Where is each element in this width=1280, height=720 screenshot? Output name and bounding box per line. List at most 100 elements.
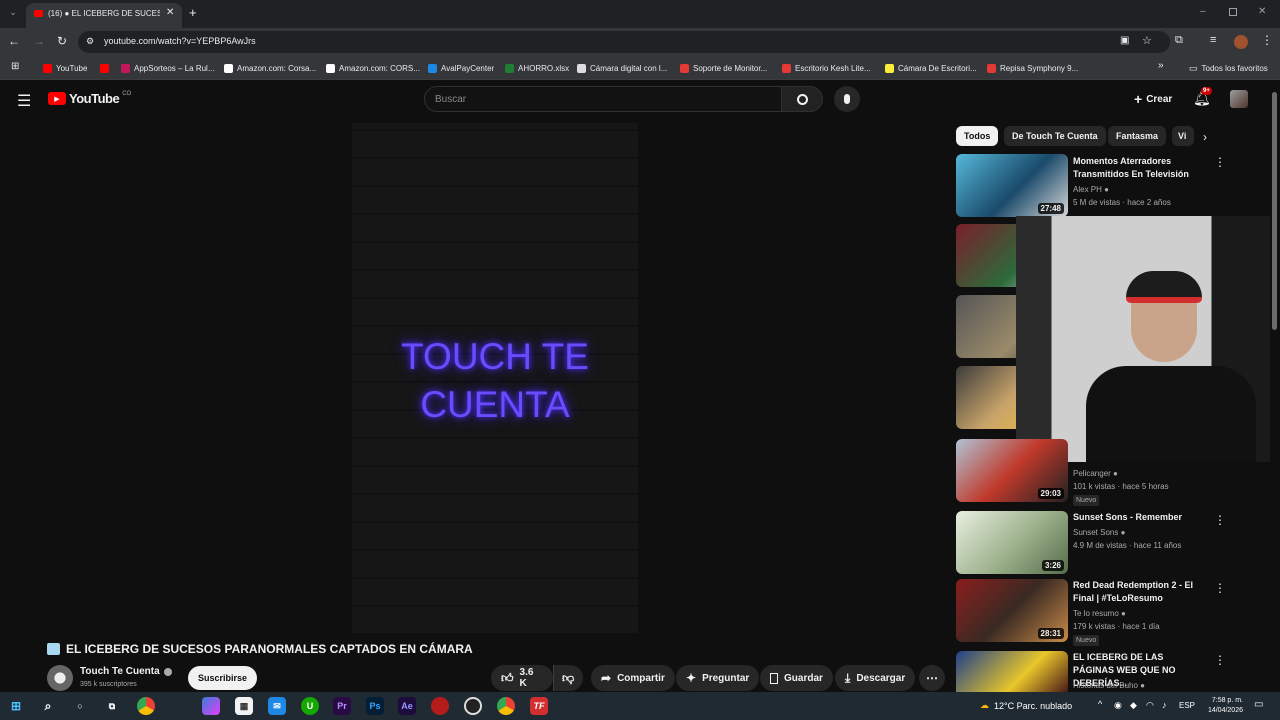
notifications-button[interactable]: 🔔︎ 9+ (1193, 87, 1212, 108)
rec-thumbnail[interactable]: 28:31 (956, 579, 1068, 642)
app-tf-icon[interactable]: TF (530, 697, 548, 715)
dislike-button[interactable]: 👎︎ (553, 665, 583, 691)
bookmark-item[interactable]: YouTube (43, 61, 87, 75)
maximize-window-icon[interactable] (1229, 8, 1237, 16)
bookmark-star-icon[interactable]: ☆ (1142, 34, 1152, 47)
rec-menu-icon[interactable]: ⋮ (1214, 514, 1226, 526)
share-button[interactable]: ➦ Compartir (591, 665, 675, 691)
rec-thumbnail[interactable]: 29:03 (956, 439, 1068, 502)
youtube-page: ☰ ▶ YouTube CO Buscar + Crear 🔔︎ 9+ TOUCH… (0, 80, 1280, 692)
install-app-icon[interactable]: ▣ (1120, 35, 1129, 46)
site-info-icon[interactable]: ⚙ (86, 36, 94, 47)
address-bar[interactable]: ⚙ youtube.com/watch?v=YEPBP6AwJrs ▣ ☆ (78, 31, 1170, 53)
rec-menu-icon[interactable]: ⋮ (1214, 654, 1226, 666)
record-icon[interactable] (431, 697, 449, 715)
tray-app-icon[interactable]: ◆ (1130, 700, 1137, 711)
new-tab-icon[interactable]: + (189, 5, 197, 20)
after-effects-icon[interactable]: Ae (398, 697, 416, 715)
channel-avatar[interactable] (47, 665, 73, 691)
tray-app-icon[interactable]: ◉ (1114, 700, 1122, 711)
chips-next-icon[interactable]: › (1203, 130, 1207, 144)
bookmark-item[interactable]: AppSorteos – La Rul... (121, 61, 215, 75)
bookmark-item[interactable]: AvalPayCenter (428, 61, 494, 75)
video-player[interactable]: TOUCH TE CUENTA (0, 123, 944, 633)
cortana-icon[interactable]: ○ (71, 697, 89, 715)
upwork-icon[interactable]: U (301, 697, 319, 715)
chip-channel[interactable]: De Touch Te Cuenta (1004, 126, 1106, 146)
rec-thumbnail[interactable]: 3:26 (956, 511, 1068, 574)
back-icon[interactable]: ← (8, 34, 20, 48)
chip-ghost[interactable]: Fantasma (1108, 126, 1167, 146)
user-avatar[interactable] (1230, 90, 1248, 108)
channel-name[interactable]: Touch Te Cuenta (80, 666, 172, 677)
media-control-icon[interactable]: ≡ (1210, 34, 1216, 46)
search-input[interactable]: Buscar (424, 86, 782, 112)
taskbar: ⊞ ⌕ ○ ⧉ ▦ ✉ U Pr Ps Ae TF ☁ 12°C Parc. n… (0, 692, 1280, 720)
more-actions-button[interactable]: ⋯ (919, 665, 945, 691)
task-view-icon[interactable]: ⧉ (103, 697, 121, 715)
minimize-window-icon[interactable]: – (1200, 6, 1206, 17)
clock[interactable]: 7:58 p. m. 14/04/2026 (1201, 696, 1243, 716)
chrome-icon[interactable] (497, 697, 515, 715)
wifi-icon[interactable]: ◠ (1146, 700, 1154, 711)
bookmark-item[interactable]: AHORRO.xlsx (505, 61, 569, 75)
bookmark-item[interactable]: Amazon.com: Corsa... (224, 61, 316, 75)
notification-center-icon[interactable]: ▭ (1254, 699, 1263, 710)
bookmark-item[interactable]: Amazon.com: CORS... (326, 61, 420, 75)
ask-button[interactable]: ✦ Preguntar (676, 665, 760, 691)
verified-icon: ● (1113, 469, 1118, 478)
rec-title[interactable]: Momentos Aterradores Transmitidos En Tel… (1073, 155, 1203, 181)
rec-menu-icon[interactable]: ⋮ (1214, 582, 1226, 594)
rec-menu-icon[interactable]: ⋮ (1214, 156, 1226, 168)
tab-close-icon[interactable]: ✕ (166, 7, 174, 18)
rec-thumbnail[interactable]: 27:48 (956, 154, 1068, 217)
reload-icon[interactable]: ↻ (57, 34, 67, 48)
mail-icon[interactable]: ✉ (268, 697, 286, 715)
browser-menu-icon[interactable]: ⋮ (1261, 33, 1273, 47)
bookmark-item[interactable] (100, 61, 109, 75)
more-bookmarks-icon[interactable]: » (1158, 60, 1164, 71)
language-indicator[interactable]: ESP (1179, 701, 1195, 710)
chip-all[interactable]: Todos (956, 126, 999, 146)
obs-icon[interactable] (464, 697, 482, 715)
create-button[interactable]: + Crear (1126, 88, 1180, 110)
bookmark-item[interactable]: Cámara digital con l... (577, 61, 667, 75)
rec-thumbnail[interactable] (956, 651, 1068, 692)
photoshop-icon[interactable]: Ps (366, 697, 384, 715)
youtube-logo[interactable]: ▶ YouTube CO (48, 91, 131, 106)
menu-hamburger-icon[interactable]: ☰ (17, 91, 31, 111)
tray-chevron-icon[interactable]: ^ (1098, 699, 1102, 709)
verified-icon (163, 667, 172, 676)
page-scrollbar[interactable] (1272, 92, 1277, 330)
premiere-icon[interactable]: Pr (333, 697, 351, 715)
chrome-icon[interactable] (137, 697, 155, 715)
like-button[interactable]: 👍︎ 3.6 K (491, 665, 553, 691)
apps-grid-icon[interactable]: ⊞ (11, 61, 19, 72)
rec-title[interactable]: Red Dead Redemption 2 - El Final | #TeLo… (1073, 579, 1203, 605)
bookmark-item[interactable]: Soporte de Monitor... (680, 61, 767, 75)
save-button[interactable]: Guardar (760, 665, 833, 691)
copilot-icon[interactable] (202, 697, 220, 715)
rec-channel[interactable]: Historias del Buho ● (1073, 678, 1145, 693)
voice-search-button[interactable] (834, 86, 860, 112)
search-button[interactable] (781, 86, 823, 112)
all-favorites[interactable]: ▭ Todos los favoritos (1189, 61, 1268, 75)
subscribe-button[interactable]: Suscribirse (188, 666, 258, 690)
rec-title[interactable]: Sunset Sons - Remember (1073, 511, 1203, 524)
bookmark-item[interactable]: Escritorio Kesh Lite... (782, 61, 871, 75)
profile-avatar[interactable] (1234, 35, 1248, 49)
weather-widget[interactable]: ☁ 12°C Parc. nublado (980, 700, 1072, 711)
browser-tab-active[interactable]: (16) ● EL ICEBERG DE SUCESO ✕ (26, 3, 182, 28)
chip-more[interactable]: Vi (1172, 126, 1194, 146)
forward-icon[interactable]: → (33, 34, 45, 48)
close-window-icon[interactable]: ✕ (1258, 6, 1266, 17)
bookmark-item[interactable]: Repisa Symphony 9... (987, 61, 1078, 75)
search-icon[interactable]: ⌕ (39, 697, 57, 715)
windows-start-icon[interactable]: ⊞ (7, 697, 25, 715)
extensions-icon[interactable]: ⧉ (1175, 34, 1183, 47)
bookmark-item[interactable]: Cámara De Escritori... (885, 61, 977, 75)
volume-icon[interactable]: ♪ (1162, 700, 1167, 710)
tab-list-chevron-icon[interactable]: ⌄ (6, 7, 20, 21)
download-button[interactable]: ⤓ Descargar (835, 665, 916, 691)
store-icon[interactable]: ▦ (235, 697, 253, 715)
